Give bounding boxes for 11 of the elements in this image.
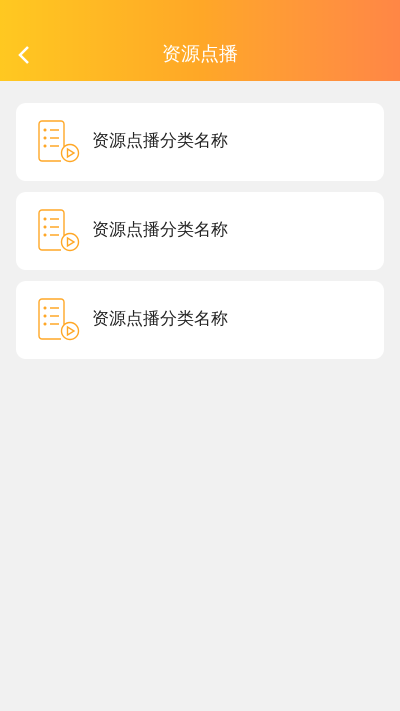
page-title: 资源点播 <box>162 42 238 68</box>
category-name: 资源点播分类名称 <box>92 130 228 154</box>
category-name: 资源点播分类名称 <box>92 219 228 242</box>
back-icon <box>17 44 31 64</box>
document-play-icon <box>38 209 80 253</box>
document-play-icon <box>38 298 80 342</box>
category-item[interactable]: 资源点播分类名称 <box>16 192 384 270</box>
document-play-icon <box>38 120 80 164</box>
category-item[interactable]: 资源点播分类名称 <box>16 103 384 181</box>
category-item[interactable]: 资源点播分类名称 <box>16 281 384 359</box>
category-name: 资源点播分类名称 <box>92 308 228 332</box>
